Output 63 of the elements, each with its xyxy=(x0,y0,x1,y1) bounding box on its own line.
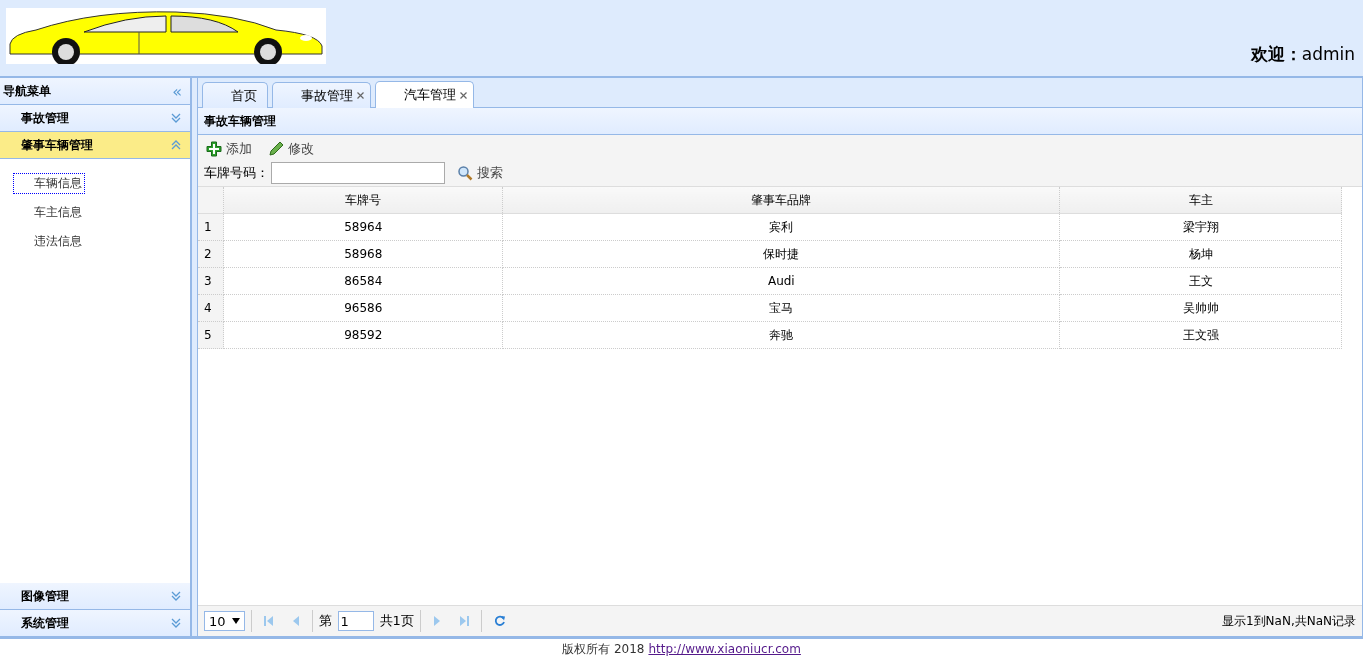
panel-title: 事故车辆管理 xyxy=(198,108,1362,135)
plate-field[interactable] xyxy=(271,162,445,184)
row-number: 1 xyxy=(198,213,224,241)
table-cell: Audi xyxy=(502,267,1060,295)
dropdown-icon xyxy=(231,618,240,624)
table-cell: 奔驰 xyxy=(502,321,1060,349)
page-summary: 显示1到NaN,共NaN记录 xyxy=(1221,612,1356,630)
add-button[interactable]: 添加 xyxy=(204,139,256,159)
table-cell: 宝马 xyxy=(502,294,1060,322)
nav-title: 导航菜单 xyxy=(3,82,51,100)
page-label: 第 xyxy=(318,612,332,630)
table-cell: 梁宇翔 xyxy=(1059,213,1342,241)
tab[interactable]: 首页 xyxy=(202,82,268,108)
column-header[interactable]: 车主 xyxy=(1059,187,1342,214)
expand-icon[interactable] xyxy=(170,112,182,124)
page-total: 共1页 xyxy=(379,612,414,630)
accordion-header[interactable]: 图像管理 xyxy=(0,583,190,610)
tab[interactable]: 汽车管理 xyxy=(375,81,474,108)
next-page-icon[interactable] xyxy=(432,615,441,627)
accordion-header[interactable]: 系统管理 xyxy=(0,610,190,636)
accordion-header[interactable]: 事故管理 xyxy=(0,105,190,132)
welcome-text: 欢迎：admin xyxy=(1250,43,1356,66)
table-cell: 王文强 xyxy=(1059,321,1342,349)
page-field[interactable]: 1 xyxy=(337,611,374,631)
search-label: 车牌号码： xyxy=(204,164,269,182)
menu-item[interactable]: 违法信息 xyxy=(13,231,85,252)
row-number: 4 xyxy=(198,294,224,322)
column-header[interactable]: 车牌号 xyxy=(223,187,503,214)
column-header[interactable]: 肇事车品牌 xyxy=(502,187,1060,214)
site-link[interactable]: http://www.xiaoniucr.com xyxy=(648,642,801,656)
search-icon xyxy=(457,165,473,181)
table-cell: 58964 xyxy=(223,213,503,241)
expand-icon[interactable] xyxy=(170,590,182,602)
menu-item[interactable]: 车辆信息 xyxy=(13,173,85,194)
table-cell: 吴帅帅 xyxy=(1059,294,1342,322)
row-number: 2 xyxy=(198,240,224,268)
copyright-text: 版权所有 2018 xyxy=(562,640,645,658)
edit-button[interactable]: 修改 xyxy=(266,139,318,159)
last-page-icon[interactable] xyxy=(458,615,469,627)
table-cell: 王文 xyxy=(1059,267,1342,295)
close-icon[interactable] xyxy=(460,91,467,99)
table-cell: 保时捷 xyxy=(502,240,1060,268)
expand-icon[interactable] xyxy=(170,617,182,629)
page-size-select[interactable]: 10 xyxy=(204,611,245,631)
table-cell: 杨坤 xyxy=(1059,240,1342,268)
first-page-icon[interactable] xyxy=(263,615,274,627)
menu-item[interactable]: 车主信息 xyxy=(13,202,85,223)
prev-page-icon[interactable] xyxy=(291,615,300,627)
table-cell: 58968 xyxy=(223,240,503,268)
refresh-icon[interactable] xyxy=(493,615,506,627)
row-number: 3 xyxy=(198,267,224,295)
table-cell: 98592 xyxy=(223,321,503,349)
table-cell: 86584 xyxy=(223,267,503,295)
pencil-icon xyxy=(268,141,284,157)
row-number: 5 xyxy=(198,321,224,349)
tab[interactable]: 事故管理 xyxy=(272,82,371,108)
collapse-icon[interactable] xyxy=(170,139,182,151)
table-cell: 宾利 xyxy=(502,213,1060,241)
accordion-header[interactable]: 肇事车辆管理 xyxy=(0,132,190,159)
close-icon[interactable] xyxy=(357,92,364,99)
plus-icon xyxy=(206,141,222,157)
search-button[interactable]: 搜索 xyxy=(455,163,507,183)
table-cell: 96586 xyxy=(223,294,503,322)
